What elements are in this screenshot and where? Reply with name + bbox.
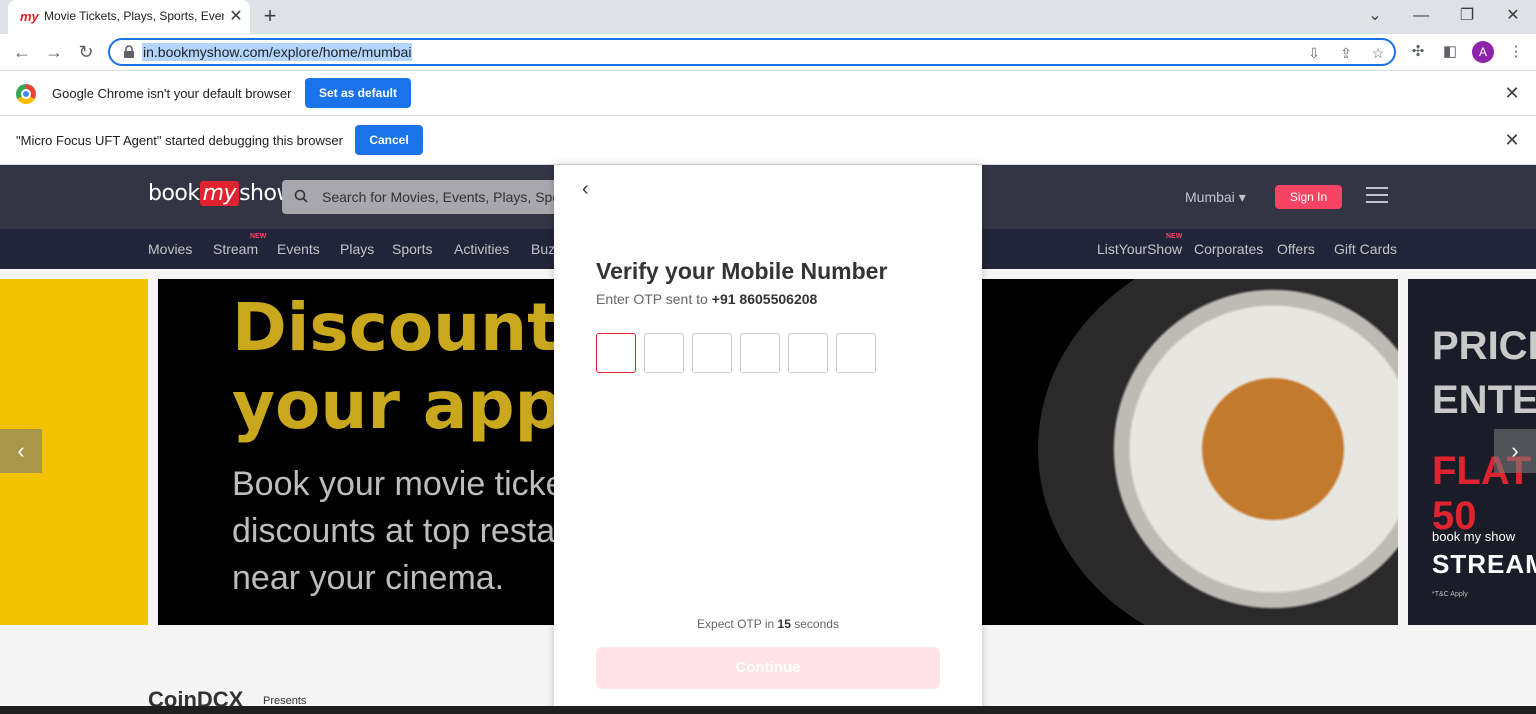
debugging-message: "Micro Focus UFT Agent" started debuggin… (16, 133, 343, 148)
close-debugging-infobar-icon[interactable]: ✕ (1504, 131, 1520, 149)
otp-modal: ‹ Verify your Mobile Number Enter OTP se… (554, 165, 982, 714)
close-infobar-icon[interactable]: ✕ (1504, 84, 1520, 102)
install-app-icon[interactable]: ⇩ (1304, 43, 1324, 63)
side-panel-icon[interactable]: ◧ (1440, 42, 1460, 62)
next-slide-terms: *T&C Apply (1432, 591, 1468, 598)
nav-listyourshow[interactable]: ListYourShow (1097, 241, 1182, 257)
os-taskbar (0, 706, 1536, 714)
phone-number: +91 8605506208 (711, 291, 818, 307)
back-chevron-icon[interactable]: ‹ (582, 179, 602, 199)
sign-in-button[interactable]: Sign In (1275, 185, 1342, 209)
caret-down-icon: ▾ (1238, 189, 1246, 205)
logo-book: book (148, 181, 200, 206)
debugging-infobar: "Micro Focus UFT Agent" started debuggin… (0, 116, 1536, 165)
browser-tab[interactable]: my Movie Tickets, Plays, Sports, Events … (8, 0, 250, 34)
chrome-logo-icon (16, 84, 36, 104)
site-search-input[interactable]: Search for Movies, Events, Plays, Sports… (282, 180, 661, 214)
pasta-plate-image (1038, 279, 1398, 625)
city-selector[interactable]: Mumbai ▾ (1185, 189, 1246, 206)
tab-strip: my Movie Tickets, Plays, Sports, Events … (0, 0, 1536, 34)
carousel-prev-chevron-icon[interactable]: ‹ (0, 429, 42, 473)
more-menu-icon[interactable]: ⋮ (1506, 42, 1526, 62)
otp-digit-1[interactable] (596, 333, 636, 373)
nav-offers[interactable]: Offers (1277, 241, 1315, 257)
url-text[interactable]: in.bookmyshow.com/explore/home/mumbai (142, 43, 413, 61)
reload-icon[interactable]: ↻ (74, 40, 98, 64)
back-arrow-icon[interactable]: ← (10, 40, 34, 64)
next-slide-entert: ENTERT (1432, 378, 1536, 422)
nav-plays[interactable]: Plays (340, 241, 374, 257)
banner-sub-line3: near your cinema. (232, 559, 505, 597)
share-icon[interactable]: ⇪ (1336, 43, 1356, 63)
new-badge: NEW (250, 233, 267, 240)
tab-title: Movie Tickets, Plays, Sports, Events & C… (44, 9, 224, 23)
carousel-next-chevron-icon[interactable]: › (1494, 429, 1536, 473)
nav-stream[interactable]: Stream (213, 241, 258, 257)
next-slide-bms-logo: book my show (1432, 529, 1516, 544)
restore-button[interactable]: ❐ (1444, 2, 1490, 30)
nav-movies[interactable]: Movies (148, 241, 192, 257)
lock-icon[interactable] (122, 45, 136, 59)
cancel-debugging-button[interactable]: Cancel (355, 125, 423, 155)
nav-sports[interactable]: Sports (392, 241, 432, 257)
otp-digit-6[interactable] (836, 333, 876, 373)
default-browser-infobar: Google Chrome isn't your default browser… (0, 71, 1536, 116)
profile-avatar[interactable]: A (1472, 41, 1494, 63)
bookmyshow-logo[interactable]: book my show (148, 181, 294, 206)
default-browser-message: Google Chrome isn't your default browser (52, 86, 292, 101)
hamburger-menu-icon[interactable] (1366, 187, 1388, 203)
otp-digit-2[interactable] (644, 333, 684, 373)
browser-toolbar: ← → ↻ in.bookmyshow.com/explore/home/mum… (0, 34, 1536, 71)
banner-subtext: Book your movie ticke discounts at top r… (232, 461, 565, 602)
banner-sub-line2: discounts at top resta (232, 512, 556, 550)
next-slide-stream: STREAM (1432, 549, 1536, 579)
minimize-button[interactable]: — (1398, 2, 1444, 30)
search-icon (294, 189, 308, 203)
nav-gift-cards[interactable]: Gift Cards (1334, 241, 1397, 257)
nav-events[interactable]: Events (277, 241, 320, 257)
countdown-suffix: seconds (794, 617, 839, 631)
tab-search-chevron-down-icon[interactable]: ⌄ (1352, 2, 1398, 30)
otp-digit-5[interactable] (788, 333, 828, 373)
otp-digit-4[interactable] (740, 333, 780, 373)
banner-sub-line1: Book your movie ticke (232, 465, 565, 503)
nav-corporates[interactable]: Corporates (1194, 241, 1263, 257)
set-as-default-button[interactable]: Set as default (305, 78, 411, 108)
next-slide-headline: PRICES: ENTERT (1432, 319, 1536, 427)
address-bar[interactable]: in.bookmyshow.com/explore/home/mumbai ⇩ … (108, 38, 1396, 66)
city-name: Mumbai (1185, 189, 1235, 205)
countdown-seconds: 15 (777, 617, 791, 631)
otp-sent-prefix: Enter OTP sent to (596, 291, 708, 307)
bookmark-star-icon[interactable]: ☆ (1368, 43, 1388, 63)
tab-close-icon[interactable]: ✕ (226, 7, 246, 27)
extensions-puzzle-icon[interactable]: ✣ (1408, 42, 1428, 62)
bookmyshow-favicon-icon: my (20, 9, 39, 24)
nav-activities[interactable]: Activities (454, 241, 509, 257)
otp-sent-message: Enter OTP sent to +91 8605506208 (596, 291, 817, 307)
logo-my: my (199, 181, 240, 206)
otp-digit-3[interactable] (692, 333, 732, 373)
otp-countdown: Expect OTP in 15 seconds (554, 617, 982, 631)
continue-button[interactable]: Continue (596, 647, 940, 689)
forward-arrow-icon[interactable]: → (42, 40, 66, 64)
countdown-prefix: Expect OTP in (697, 617, 775, 631)
window-close-button[interactable]: ✕ (1490, 2, 1536, 30)
next-slide-prices: PRICES: (1432, 324, 1536, 368)
modal-title: Verify your Mobile Number (596, 258, 888, 284)
new-tab-button[interactable]: + (258, 5, 282, 29)
new-badge: NEW (1166, 233, 1183, 240)
